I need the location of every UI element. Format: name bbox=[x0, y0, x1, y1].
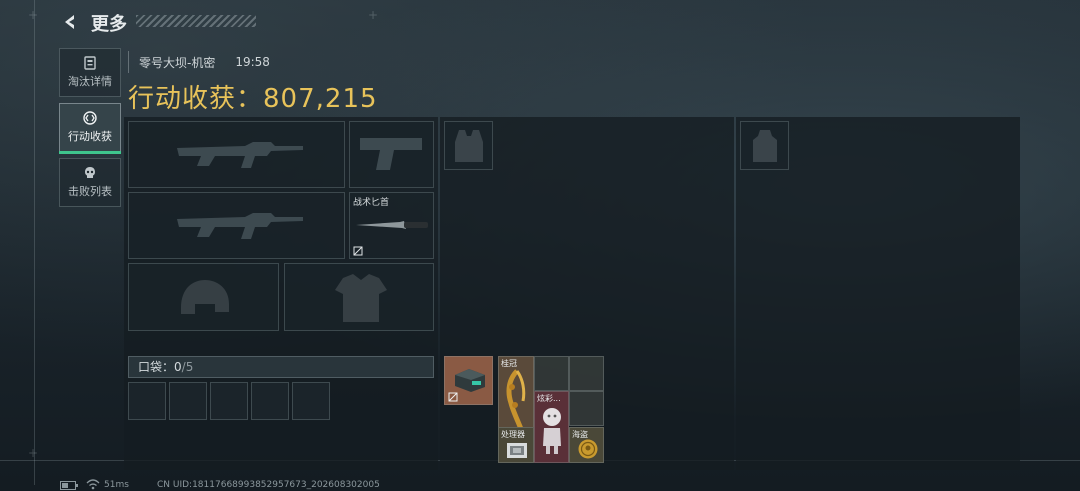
pocket-slot[interactable] bbox=[292, 382, 330, 420]
page-title: 更多 bbox=[91, 14, 127, 35]
ammo-box-icon bbox=[455, 369, 485, 392]
pistol-slot[interactable] bbox=[349, 121, 434, 188]
processor-icon bbox=[507, 443, 527, 458]
empty-grid-cell[interactable] bbox=[569, 391, 604, 426]
tab-label: 淘汰详情 bbox=[68, 75, 112, 88]
back-arrow-icon bbox=[65, 15, 74, 29]
battery-icon bbox=[60, 481, 78, 490]
title-decoration bbox=[136, 15, 256, 27]
wifi-icon bbox=[86, 479, 100, 490]
earnings-summary: 行动收获：807,215 bbox=[128, 78, 378, 115]
rifle-silhouette-icon bbox=[177, 213, 303, 239]
melee-slot[interactable]: 战术匕首 bbox=[349, 192, 434, 259]
melee-label: 战术匕首 bbox=[353, 198, 390, 208]
armor-slot[interactable] bbox=[284, 263, 434, 331]
secondary-weapon-slot[interactable] bbox=[128, 192, 345, 259]
chest-rig-slot[interactable] bbox=[444, 121, 493, 170]
corner-mark-icon: + bbox=[368, 8, 379, 22]
pistol-silhouette-icon bbox=[360, 138, 422, 170]
spoils-icon bbox=[83, 111, 97, 125]
pocket-count: 0 bbox=[174, 360, 182, 374]
match-time: 19:58 bbox=[235, 55, 270, 69]
document-icon bbox=[84, 56, 96, 70]
item-figurine[interactable]: 炫彩... bbox=[534, 391, 569, 463]
rifle-silhouette-icon bbox=[177, 142, 303, 168]
ping-text: 51ms bbox=[104, 480, 129, 490]
helmet-silhouette-icon bbox=[181, 280, 229, 314]
gold-laurel-icon bbox=[506, 369, 526, 430]
tab-label: 击败列表 bbox=[68, 185, 112, 198]
item-label: 炫彩... bbox=[537, 394, 561, 403]
chest-rig-silhouette-icon bbox=[455, 130, 483, 162]
skull-icon bbox=[85, 167, 95, 178]
pocket-slot[interactable] bbox=[251, 382, 289, 420]
item-label: 桂冠 bbox=[501, 359, 517, 368]
primary-weapon-slot[interactable] bbox=[128, 121, 345, 188]
item-ammo-box[interactable] bbox=[444, 356, 493, 405]
item-label: 处理器 bbox=[501, 430, 525, 439]
backpack-silhouette-icon bbox=[753, 130, 777, 162]
no-drop-icon bbox=[448, 392, 458, 402]
item-pirate-coin[interactable]: 海盗 bbox=[569, 427, 604, 463]
pocket-slot[interactable] bbox=[210, 382, 248, 420]
map-name: 零号大坝-机密 bbox=[139, 55, 216, 70]
item-processor[interactable]: 处理器 bbox=[498, 427, 534, 463]
knife-icon bbox=[356, 221, 428, 229]
tab-label: 行动收获 bbox=[68, 130, 112, 143]
match-info: 零号大坝-机密 19:58 bbox=[128, 51, 270, 73]
helmet-slot[interactable] bbox=[128, 263, 279, 331]
armor-silhouette-icon bbox=[335, 274, 387, 322]
no-drop-icon bbox=[353, 246, 363, 256]
pocket-capacity: /5 bbox=[181, 360, 194, 374]
pocket-header: 口袋：0/5 bbox=[128, 356, 434, 378]
pocket-slot[interactable] bbox=[169, 382, 207, 420]
backpack-slot[interactable] bbox=[740, 121, 789, 170]
figurine-icon bbox=[543, 408, 561, 454]
empty-grid-cell[interactable] bbox=[534, 356, 569, 391]
tab-kill-list[interactable]: 击败列表 bbox=[59, 158, 121, 207]
empty-grid-cell[interactable] bbox=[569, 356, 604, 391]
pirate-coin-icon bbox=[578, 439, 598, 459]
tab-elimination-details[interactable]: 淘汰详情 bbox=[59, 48, 121, 97]
pocket-label: 口袋： bbox=[138, 360, 175, 374]
earnings-label: 行动收获： bbox=[128, 84, 264, 114]
player-uid: CN UID:18117668993852957673_202608302005 bbox=[157, 480, 380, 490]
frame-line bbox=[34, 0, 35, 485]
pocket-slot[interactable] bbox=[128, 382, 166, 420]
tab-operation-spoils[interactable]: 行动收获 bbox=[59, 103, 121, 154]
back-button[interactable] bbox=[58, 10, 82, 34]
earnings-value: 807,215 bbox=[263, 84, 378, 114]
